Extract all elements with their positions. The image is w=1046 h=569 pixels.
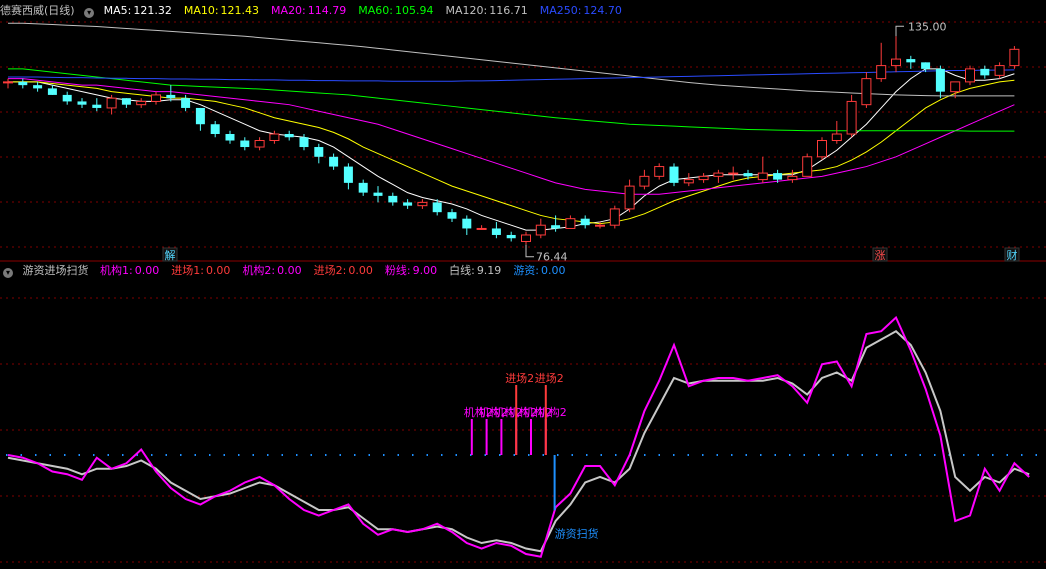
candle-body [861,78,872,106]
candle-body [713,172,724,177]
candle-body [491,228,501,235]
candle-body [462,218,472,229]
candle-body [980,68,990,76]
candle-body [683,179,694,184]
candle-body [343,166,353,183]
candle-body [802,156,813,177]
candle-body [388,195,398,203]
candle-body [195,107,205,125]
candle-body [210,124,220,134]
candle-body [994,65,1005,76]
candle-body [609,208,620,226]
candle-body [521,234,531,242]
candle-body [876,65,887,80]
candle-body [284,134,294,138]
candle-body [476,227,487,230]
candle-body [757,172,768,181]
candle-body [698,175,709,181]
candle-body [181,98,191,108]
candle-body [669,166,679,183]
candle-body [447,212,457,219]
candle-body [787,175,798,181]
candle-body [299,137,309,148]
candle-body [773,173,783,180]
candle-body [254,140,265,148]
jinchang-label: 进场2 [535,371,564,385]
high-price-label: 135.00 [908,20,947,33]
jinchang-label: 进场2 [505,371,534,385]
candle-body [166,94,176,99]
high-marker [895,25,904,37]
candle-body [921,62,931,69]
candle-body [950,81,961,93]
candle-body [47,88,57,95]
candle-body [62,94,72,102]
candle-body [403,202,413,206]
candle-body [106,97,117,109]
candle-body [329,156,339,167]
candle-body [595,224,605,227]
candle-body [136,100,147,106]
candle-body [654,166,665,177]
candle-body [373,192,383,196]
candle-body [535,224,546,236]
candle-body [225,134,235,141]
candle-body [551,225,561,229]
candle-body [151,94,161,102]
low-price-label: 76.44 [536,251,568,264]
badge-0: 解 [165,248,176,262]
candle-body [935,68,945,92]
candle-body [624,185,635,210]
candle-body [77,101,87,105]
candle-body [965,68,975,83]
candle-body [33,85,43,89]
candle-body [728,172,739,175]
pink-line [7,315,1030,558]
candle-body [891,58,901,67]
candle-body [240,140,250,148]
candle-body [846,100,857,135]
candle-body [432,202,442,213]
candle-body [743,173,753,177]
candle-body [817,140,827,158]
badge-2: 财 [1007,248,1018,262]
candle-body [121,98,131,105]
candle-body [1009,48,1020,67]
candle-body [269,133,280,142]
candle-body [18,81,28,86]
candle-body [639,175,650,187]
candle-body [92,104,102,108]
candle-body [831,133,842,142]
candle-body [3,81,13,84]
candle-body [565,218,576,229]
candle-body [314,147,324,157]
candle-body [580,218,590,226]
jigou-label: 机构2 [538,405,567,419]
badge-1: 涨 [875,249,886,262]
youzi-label: 游资扫货 [555,526,599,540]
candle-body [506,234,516,239]
candle-body [358,182,368,193]
candle-body [906,59,916,63]
candle-body [417,201,428,207]
kline-chart: 135.0076.44解涨财机构2机构2机构2机构2机构2机构2进场2 进场2游资… [0,20,1046,563]
